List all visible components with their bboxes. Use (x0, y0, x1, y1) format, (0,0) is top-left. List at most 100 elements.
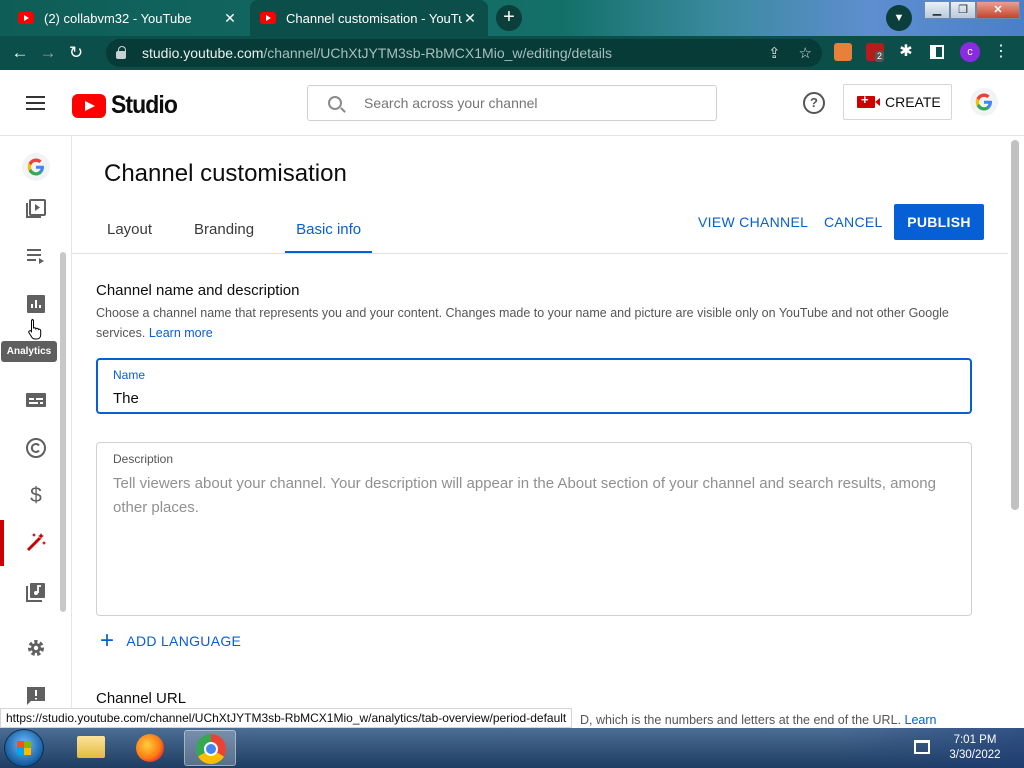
section-description: Choose a channel name that represents yo… (96, 303, 956, 343)
feedback-icon (27, 687, 45, 705)
window-close-button[interactable]: ✕ (976, 1, 1020, 19)
browser-tab-youtube[interactable]: (2) collabvm32 - YouTube ✕ (8, 2, 248, 34)
restore-button[interactable]: ❐ (950, 1, 976, 19)
help-icon[interactable]: ? (803, 92, 825, 114)
chrome-icon (196, 734, 226, 764)
view-channel-button[interactable]: VIEW CHANNEL (698, 214, 808, 230)
start-button[interactable] (4, 729, 44, 767)
channel-description-field[interactable]: Description Tell viewers about your chan… (96, 442, 972, 616)
content-video-icon (26, 199, 46, 218)
windows-taskbar: 7:01 PM 3/30/2022 (0, 728, 1024, 768)
tab-layout[interactable]: Layout (96, 216, 163, 254)
dollar-icon: $ (30, 484, 42, 507)
create-label: CREATE (885, 94, 941, 110)
side-panel-icon[interactable] (928, 43, 946, 61)
tab-branding[interactable]: Branding (183, 216, 265, 254)
channel-search-box[interactable] (307, 85, 717, 121)
youtube-favicon-icon (18, 12, 34, 24)
share-icon[interactable]: ⇪ (768, 44, 781, 62)
copyright-icon (26, 438, 46, 458)
gear-icon (28, 640, 44, 656)
audio-library-icon (26, 583, 45, 602)
search-input[interactable] (364, 95, 694, 111)
studio-logo[interactable]: Studio (72, 91, 183, 120)
studio-logo-text: Studio (111, 91, 178, 119)
customisation-tabs: Layout Branding Basic info (96, 216, 392, 254)
network-icon[interactable] (914, 740, 930, 754)
cancel-button[interactable]: CANCEL (824, 214, 883, 230)
extension-ublock-icon[interactable]: 2 (866, 43, 885, 62)
plus-icon: + (100, 627, 115, 654)
window-controls: ▁ ❐ ✕ (924, 1, 1020, 19)
menu-icon[interactable] (26, 96, 45, 110)
create-video-icon (857, 92, 880, 108)
name-label: Name (113, 368, 146, 382)
create-button[interactable]: CREATE (843, 84, 952, 120)
address-bar[interactable]: studio.youtube.com/channel/UChXtJYTM3sb-… (106, 39, 822, 67)
extensions-puzzle-icon[interactable]: ✱ (897, 43, 915, 61)
tab-search-button[interactable]: ▼ (886, 5, 912, 31)
rail-scrollbar[interactable] (60, 252, 66, 612)
analytics-tooltip: Analytics (1, 341, 57, 362)
description-label: Description (113, 452, 174, 466)
publish-button[interactable]: PUBLISH (894, 204, 984, 240)
page-title: Channel customisation (104, 160, 347, 187)
clock-date: 3/30/2022 (949, 749, 1001, 761)
extension-badge: 2 (875, 51, 885, 62)
name-input[interactable]: The (113, 390, 139, 407)
taskbar-chrome[interactable] (184, 730, 236, 766)
taskbar-clock[interactable]: 7:01 PM 3/30/2022 (940, 733, 1010, 763)
tab-close-icon[interactable]: ✕ (462, 10, 478, 27)
rail-item-settings[interactable] (0, 624, 72, 672)
channel-url-learn-link[interactable]: Learn (905, 713, 937, 727)
channel-url-heading: Channel URL (96, 690, 187, 707)
clock-time: 7:01 PM (953, 734, 997, 746)
browser-menu-icon[interactable]: ⋮ (992, 43, 1010, 61)
hand-cursor-icon (28, 319, 42, 340)
add-language-label: ADD LANGUAGE (126, 633, 242, 649)
add-language-button[interactable]: + ADD LANGUAGE (100, 627, 242, 654)
lock-icon (116, 46, 126, 59)
taskbar-explorer[interactable] (64, 730, 116, 766)
subtitles-icon (26, 393, 46, 407)
description-placeholder: Tell viewers about your channel. Your de… (113, 475, 936, 516)
forward-icon[interactable]: → (34, 43, 62, 63)
channel-name-field[interactable]: Name The (96, 358, 972, 414)
tabs-divider (72, 253, 1008, 254)
tab-title: (2) collabvm32 - YouTube (44, 10, 192, 26)
channel-url-text: D, which is the numbers and letters at t… (580, 713, 936, 727)
section-text: Choose a channel name that represents yo… (96, 306, 949, 340)
youtube-logo-icon (72, 93, 106, 118)
minimize-button[interactable]: ▁ (924, 1, 950, 19)
account-avatar-icon[interactable] (970, 88, 998, 116)
learn-more-link[interactable]: Learn more (149, 326, 213, 340)
new-tab-button[interactable]: + (496, 5, 522, 31)
folder-icon (77, 736, 105, 758)
taskbar-firefox[interactable] (124, 730, 176, 766)
youtube-favicon-icon (260, 12, 276, 24)
left-navigation-rail: $ (0, 136, 72, 710)
firefox-icon (136, 734, 164, 762)
analytics-icon (27, 295, 45, 313)
profile-avatar[interactable]: c (960, 42, 980, 62)
reload-icon[interactable]: ↻ (62, 43, 90, 63)
section-heading: Channel name and description (96, 282, 300, 299)
studio-header: Studio ? CREATE (0, 70, 1024, 136)
bookmark-star-icon[interactable]: ☆ (799, 44, 812, 62)
page-scrollbar[interactable] (1011, 140, 1019, 510)
link-status-bar: https://studio.youtube.com/channel/UChXt… (0, 708, 573, 728)
browser-tab-channel-customisation[interactable]: Channel customisation - YouTube ✕ (250, 0, 488, 36)
tab-title: Channel customisation - YouTube (286, 10, 462, 26)
back-icon[interactable]: ← (6, 43, 34, 63)
browser-tab-strip: (2) collabvm32 - YouTube ✕ Channel custo… (0, 0, 1024, 36)
rail-item-content[interactable] (0, 184, 72, 232)
playlists-icon (27, 249, 44, 264)
extension-camera-icon[interactable] (834, 43, 852, 61)
address-url: studio.youtube.com/channel/UChXtJYTM3sb-… (142, 45, 612, 61)
tab-basic-info[interactable]: Basic info (285, 216, 373, 254)
magic-wand-icon (26, 533, 46, 552)
channel-avatar-icon (22, 153, 50, 181)
channel-url-text-tail: D, which is the numbers and letters at t… (580, 713, 902, 727)
tab-close-icon[interactable]: ✕ (222, 10, 238, 27)
search-icon (328, 96, 342, 110)
